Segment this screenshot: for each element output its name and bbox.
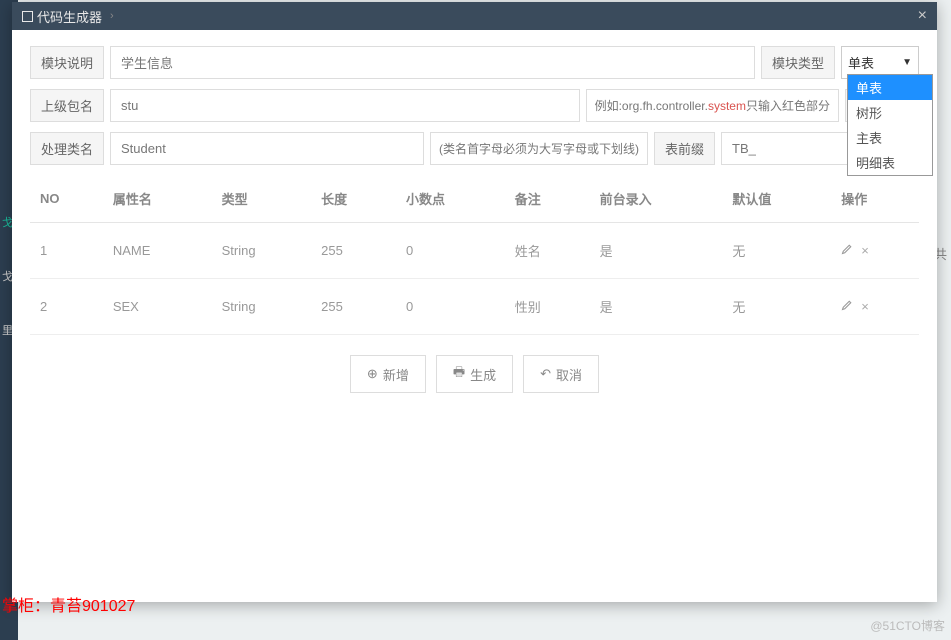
module-desc-input[interactable] <box>110 46 755 79</box>
dropdown-option[interactable]: 单表 <box>848 75 932 100</box>
code-generator-modal: 代码生成器 › × 模块说明 模块类型 单表 ▼ 上级包名 例如:org.fh.… <box>12 2 937 602</box>
cell-len: 255 <box>311 223 396 279</box>
col-remark: 备注 <box>505 175 590 223</box>
col-action: 操作 <box>831 175 919 223</box>
delete-icon[interactable]: × <box>861 243 869 258</box>
col-no: NO <box>30 175 103 223</box>
cell-remark: 性别 <box>505 279 590 335</box>
chevron-icon: › <box>110 10 114 22</box>
dropdown-arrow-icon: ▼ <box>902 57 912 68</box>
close-button[interactable]: × <box>918 7 927 25</box>
edit-icon[interactable] <box>841 243 853 258</box>
delete-icon[interactable]: × <box>861 299 869 314</box>
handler-hint: (类名首字母必须为大写字母或下划线) <box>430 132 648 165</box>
module-desc-label: 模块说明 <box>30 46 104 79</box>
cell-attr: SEX <box>103 279 212 335</box>
table-row: 1NAMEString2550姓名是无 × <box>30 223 919 279</box>
modal-title: 代码生成器 <box>37 7 102 26</box>
col-default: 默认值 <box>722 175 831 223</box>
cell-len: 255 <box>311 279 396 335</box>
parent-pkg-input[interactable] <box>110 89 580 122</box>
cell-default: 无 <box>722 279 831 335</box>
watermark-gray: @51CTO博客 <box>870 617 945 634</box>
parent-pkg-hint: 例如:org.fh.controller.system 只输入红色部分 <box>586 89 839 122</box>
cell-attr: NAME <box>103 223 212 279</box>
parent-pkg-label: 上级包名 <box>30 89 104 122</box>
attributes-table: NO 属性名 类型 长度 小数点 备注 前台录入 默认值 操作 1NAMEStr… <box>30 175 919 335</box>
col-len: 长度 <box>311 175 396 223</box>
doc-icon <box>22 11 33 22</box>
module-type-value: 单表 <box>848 53 874 72</box>
cell-front: 是 <box>590 223 723 279</box>
table-prefix-label: 表前缀 <box>654 132 715 165</box>
cell-no: 2 <box>30 279 103 335</box>
col-attr: 属性名 <box>103 175 212 223</box>
col-front: 前台录入 <box>590 175 723 223</box>
dropdown-option[interactable]: 树形 <box>848 100 932 125</box>
col-type: 类型 <box>212 175 312 223</box>
generate-button[interactable]: 🖶生成 <box>436 355 513 393</box>
cell-front: 是 <box>590 279 723 335</box>
cancel-button[interactable]: ↶取消 <box>523 355 599 393</box>
modal-header: 代码生成器 › × <box>12 2 937 30</box>
print-icon: 🖶 <box>453 363 465 385</box>
cell-no: 1 <box>30 223 103 279</box>
module-type-label: 模块类型 <box>761 46 835 79</box>
handler-input[interactable] <box>110 132 424 165</box>
cell-decimal: 0 <box>396 223 505 279</box>
cell-default: 无 <box>722 223 831 279</box>
col-decimal: 小数点 <box>396 175 505 223</box>
cell-type: String <box>212 279 312 335</box>
handler-label: 处理类名 <box>30 132 104 165</box>
dropdown-option[interactable]: 主表 <box>848 125 932 150</box>
cell-decimal: 0 <box>396 279 505 335</box>
plus-icon: ⊕ <box>367 366 378 382</box>
cell-type: String <box>212 223 312 279</box>
undo-icon: ↶ <box>540 366 551 382</box>
dropdown-option[interactable]: 明细表 <box>848 150 932 175</box>
watermark-red: 掌柜：青苔901027 <box>2 592 135 616</box>
add-button[interactable]: ⊕新增 <box>350 355 426 393</box>
edit-icon[interactable] <box>841 299 853 314</box>
module-type-dropdown: 单表树形主表明细表 <box>847 74 933 176</box>
table-row: 2SEXString2550性别是无 × <box>30 279 919 335</box>
cell-remark: 姓名 <box>505 223 590 279</box>
